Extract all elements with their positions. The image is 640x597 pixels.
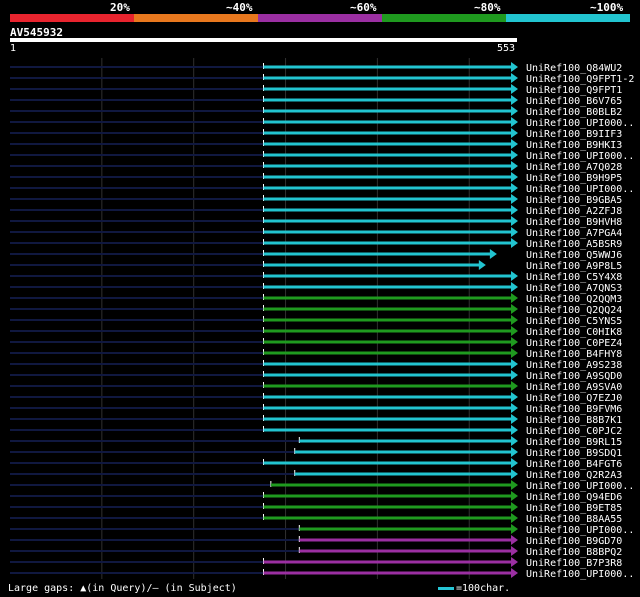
hit-label[interactable]: UniRef100_Q9FPT1 bbox=[526, 85, 622, 96]
hit-label[interactable]: UniRef100_A9S238 bbox=[526, 360, 622, 371]
hit-arrow-icon bbox=[511, 370, 518, 380]
hit-label[interactable]: UniRef100_Q2R2A3 bbox=[526, 470, 622, 481]
scale-legend: =100char. bbox=[438, 583, 510, 594]
gap-legend: Large gaps: ▲(in Query)/— (in Subject) bbox=[8, 583, 237, 594]
hit-label[interactable]: UniRef100_C0PJC2 bbox=[526, 426, 622, 437]
hit-arrow-icon bbox=[511, 216, 518, 226]
hit-arrow-icon bbox=[511, 95, 518, 105]
hit-label[interactable]: UniRef100_C5YNS5 bbox=[526, 316, 622, 327]
hit-arrow-icon bbox=[511, 502, 518, 512]
hit-label[interactable]: UniRef100_UPI000.. bbox=[526, 184, 634, 195]
hit-arrow-icon bbox=[511, 381, 518, 391]
hit-label[interactable]: UniRef100_B9HVH8 bbox=[526, 217, 622, 228]
hit-arrow-icon bbox=[489, 249, 497, 259]
hit-arrow-icon bbox=[511, 194, 518, 204]
hit-label[interactable]: UniRef100_Q84WU2 bbox=[526, 63, 622, 74]
hit-label[interactable]: UniRef100_A7QNS3 bbox=[526, 283, 622, 294]
hit-label[interactable]: UniRef100_B8BPQ2 bbox=[526, 547, 622, 558]
hit-arrow-icon bbox=[511, 84, 518, 94]
hit-label[interactable]: UniRef100_Q5WWJ6 bbox=[526, 250, 622, 261]
hit-arrow-icon bbox=[511, 139, 518, 149]
hit-arrow-icon bbox=[511, 425, 518, 435]
scale-key-line bbox=[438, 586, 454, 590]
hit-arrow-icon bbox=[511, 205, 518, 215]
hit-label[interactable]: UniRef100_B9HKI3 bbox=[526, 140, 622, 151]
hit-label[interactable]: UniRef100_Q7EZJ0 bbox=[526, 393, 622, 404]
hit-label[interactable]: UniRef100_A2ZFJ8 bbox=[526, 206, 622, 217]
hit-arrow-icon bbox=[511, 62, 518, 72]
hit-label[interactable]: UniRef100_Q94ED6 bbox=[526, 492, 622, 503]
hit-label[interactable]: UniRef100_A7Q028 bbox=[526, 162, 622, 173]
hit-arrow-icon bbox=[511, 337, 518, 347]
hit-label[interactable]: UniRef100_B9GBA5 bbox=[526, 195, 622, 206]
hit-arrow-icon bbox=[511, 326, 518, 336]
hit-label[interactable]: UniRef100_UPI000.. bbox=[526, 151, 634, 162]
hit-label[interactable]: UniRef100_B9ET85 bbox=[526, 503, 622, 514]
hit-arrow-icon bbox=[511, 183, 518, 193]
hit-label[interactable]: UniRef100_B7P3R8 bbox=[526, 558, 622, 569]
hit-arrow-icon bbox=[511, 128, 518, 138]
hit-arrow-icon bbox=[478, 260, 486, 270]
hit-arrow-icon bbox=[511, 436, 518, 446]
hit-arrow-icon bbox=[511, 513, 518, 523]
hit-label[interactable]: UniRef100_B9GD70 bbox=[526, 536, 622, 547]
hit-arrow-icon bbox=[511, 227, 518, 237]
hit-arrow-icon bbox=[511, 271, 518, 281]
hit-arrow-icon bbox=[511, 73, 518, 83]
hit-arrow-icon bbox=[511, 568, 518, 578]
hit-label[interactable]: UniRef100_B4FHY8 bbox=[526, 349, 622, 360]
hit-arrow-icon bbox=[511, 348, 518, 358]
hit-label[interactable]: UniRef100_UPI000.. bbox=[526, 481, 634, 492]
hit-arrow-icon bbox=[511, 491, 518, 501]
hit-arrow-icon bbox=[511, 392, 518, 402]
hit-arrow-icon bbox=[511, 524, 518, 534]
hit-arrow-icon bbox=[511, 282, 518, 292]
hit-arrow-icon bbox=[511, 238, 518, 248]
hit-label[interactable]: UniRef100_A9SVA0 bbox=[526, 382, 622, 393]
hit-arrow-icon bbox=[511, 315, 518, 325]
hit-label[interactable]: UniRef100_A7PGA4 bbox=[526, 228, 622, 239]
hit-arrow-icon bbox=[511, 480, 518, 490]
hit-label[interactable]: UniRef100_UPI000.. bbox=[526, 118, 634, 129]
hit-label[interactable]: UniRef100_C0HIK8 bbox=[526, 327, 622, 338]
hit-arrow-icon bbox=[511, 150, 518, 160]
hit-arrow-icon bbox=[511, 546, 518, 556]
hit-arrow-icon bbox=[511, 557, 518, 567]
scale-text: =100char. bbox=[456, 583, 511, 594]
hit-arrow-icon bbox=[511, 293, 518, 303]
hit-label[interactable]: UniRef100_A9SQD0 bbox=[526, 371, 622, 382]
hit-arrow-icon bbox=[511, 117, 518, 127]
hit-label[interactable]: UniRef100_B4FGT6 bbox=[526, 459, 622, 470]
hit-label[interactable]: UniRef100_B9H9P5 bbox=[526, 173, 622, 184]
hit-arrow-icon bbox=[511, 447, 518, 457]
hit-label[interactable]: UniRef100_B8AA55 bbox=[526, 514, 622, 525]
hit-arrow-icon bbox=[511, 535, 518, 545]
hit-arrow-icon bbox=[511, 161, 518, 171]
hit-label[interactable]: UniRef100_UPI000.. bbox=[526, 525, 634, 536]
hit-label[interactable]: UniRef100_Q2QQM3 bbox=[526, 294, 622, 305]
hit-label[interactable]: UniRef100_Q9FPT1-2 bbox=[526, 74, 634, 85]
hit-arrow-icon bbox=[511, 304, 518, 314]
hit-arrow-icon bbox=[511, 172, 518, 182]
hit-label[interactable]: UniRef100_A9P8L5 bbox=[526, 261, 622, 272]
hit-label[interactable]: UniRef100_C0PEZ4 bbox=[526, 338, 622, 349]
hit-arrow-icon bbox=[511, 469, 518, 479]
hit-label[interactable]: UniRef100_B6V765 bbox=[526, 96, 622, 107]
hit-label[interactable]: UniRef100_B8B7K1 bbox=[526, 415, 622, 426]
hit-label[interactable]: UniRef100_B9SDQ1 bbox=[526, 448, 622, 459]
hit-label[interactable]: UniRef100_B0BLB2 bbox=[526, 107, 622, 118]
hit-label[interactable]: UniRef100_B9IIF3 bbox=[526, 129, 622, 140]
hit-label[interactable]: UniRef100_C5Y4X8 bbox=[526, 272, 622, 283]
hit-label[interactable]: UniRef100_B9FVM6 bbox=[526, 404, 622, 415]
hit-label[interactable]: UniRef100_Q2QQ24 bbox=[526, 305, 622, 316]
hit-arrow-icon bbox=[511, 458, 518, 468]
alignment-plot: UniRef100_Q84WU2UniRef100_Q9FPT1-2UniRef… bbox=[10, 58, 634, 580]
hit-label[interactable]: UniRef100_A5BSR9 bbox=[526, 239, 622, 250]
hit-label[interactable]: UniRef100_UPI000.. bbox=[526, 569, 634, 580]
hit-arrow-icon bbox=[511, 414, 518, 424]
hit-arrow-icon bbox=[511, 106, 518, 116]
hit-arrow-icon bbox=[511, 359, 518, 369]
hit-label[interactable]: UniRef100_B9RL15 bbox=[526, 437, 622, 448]
hit-arrow-icon bbox=[511, 403, 518, 413]
